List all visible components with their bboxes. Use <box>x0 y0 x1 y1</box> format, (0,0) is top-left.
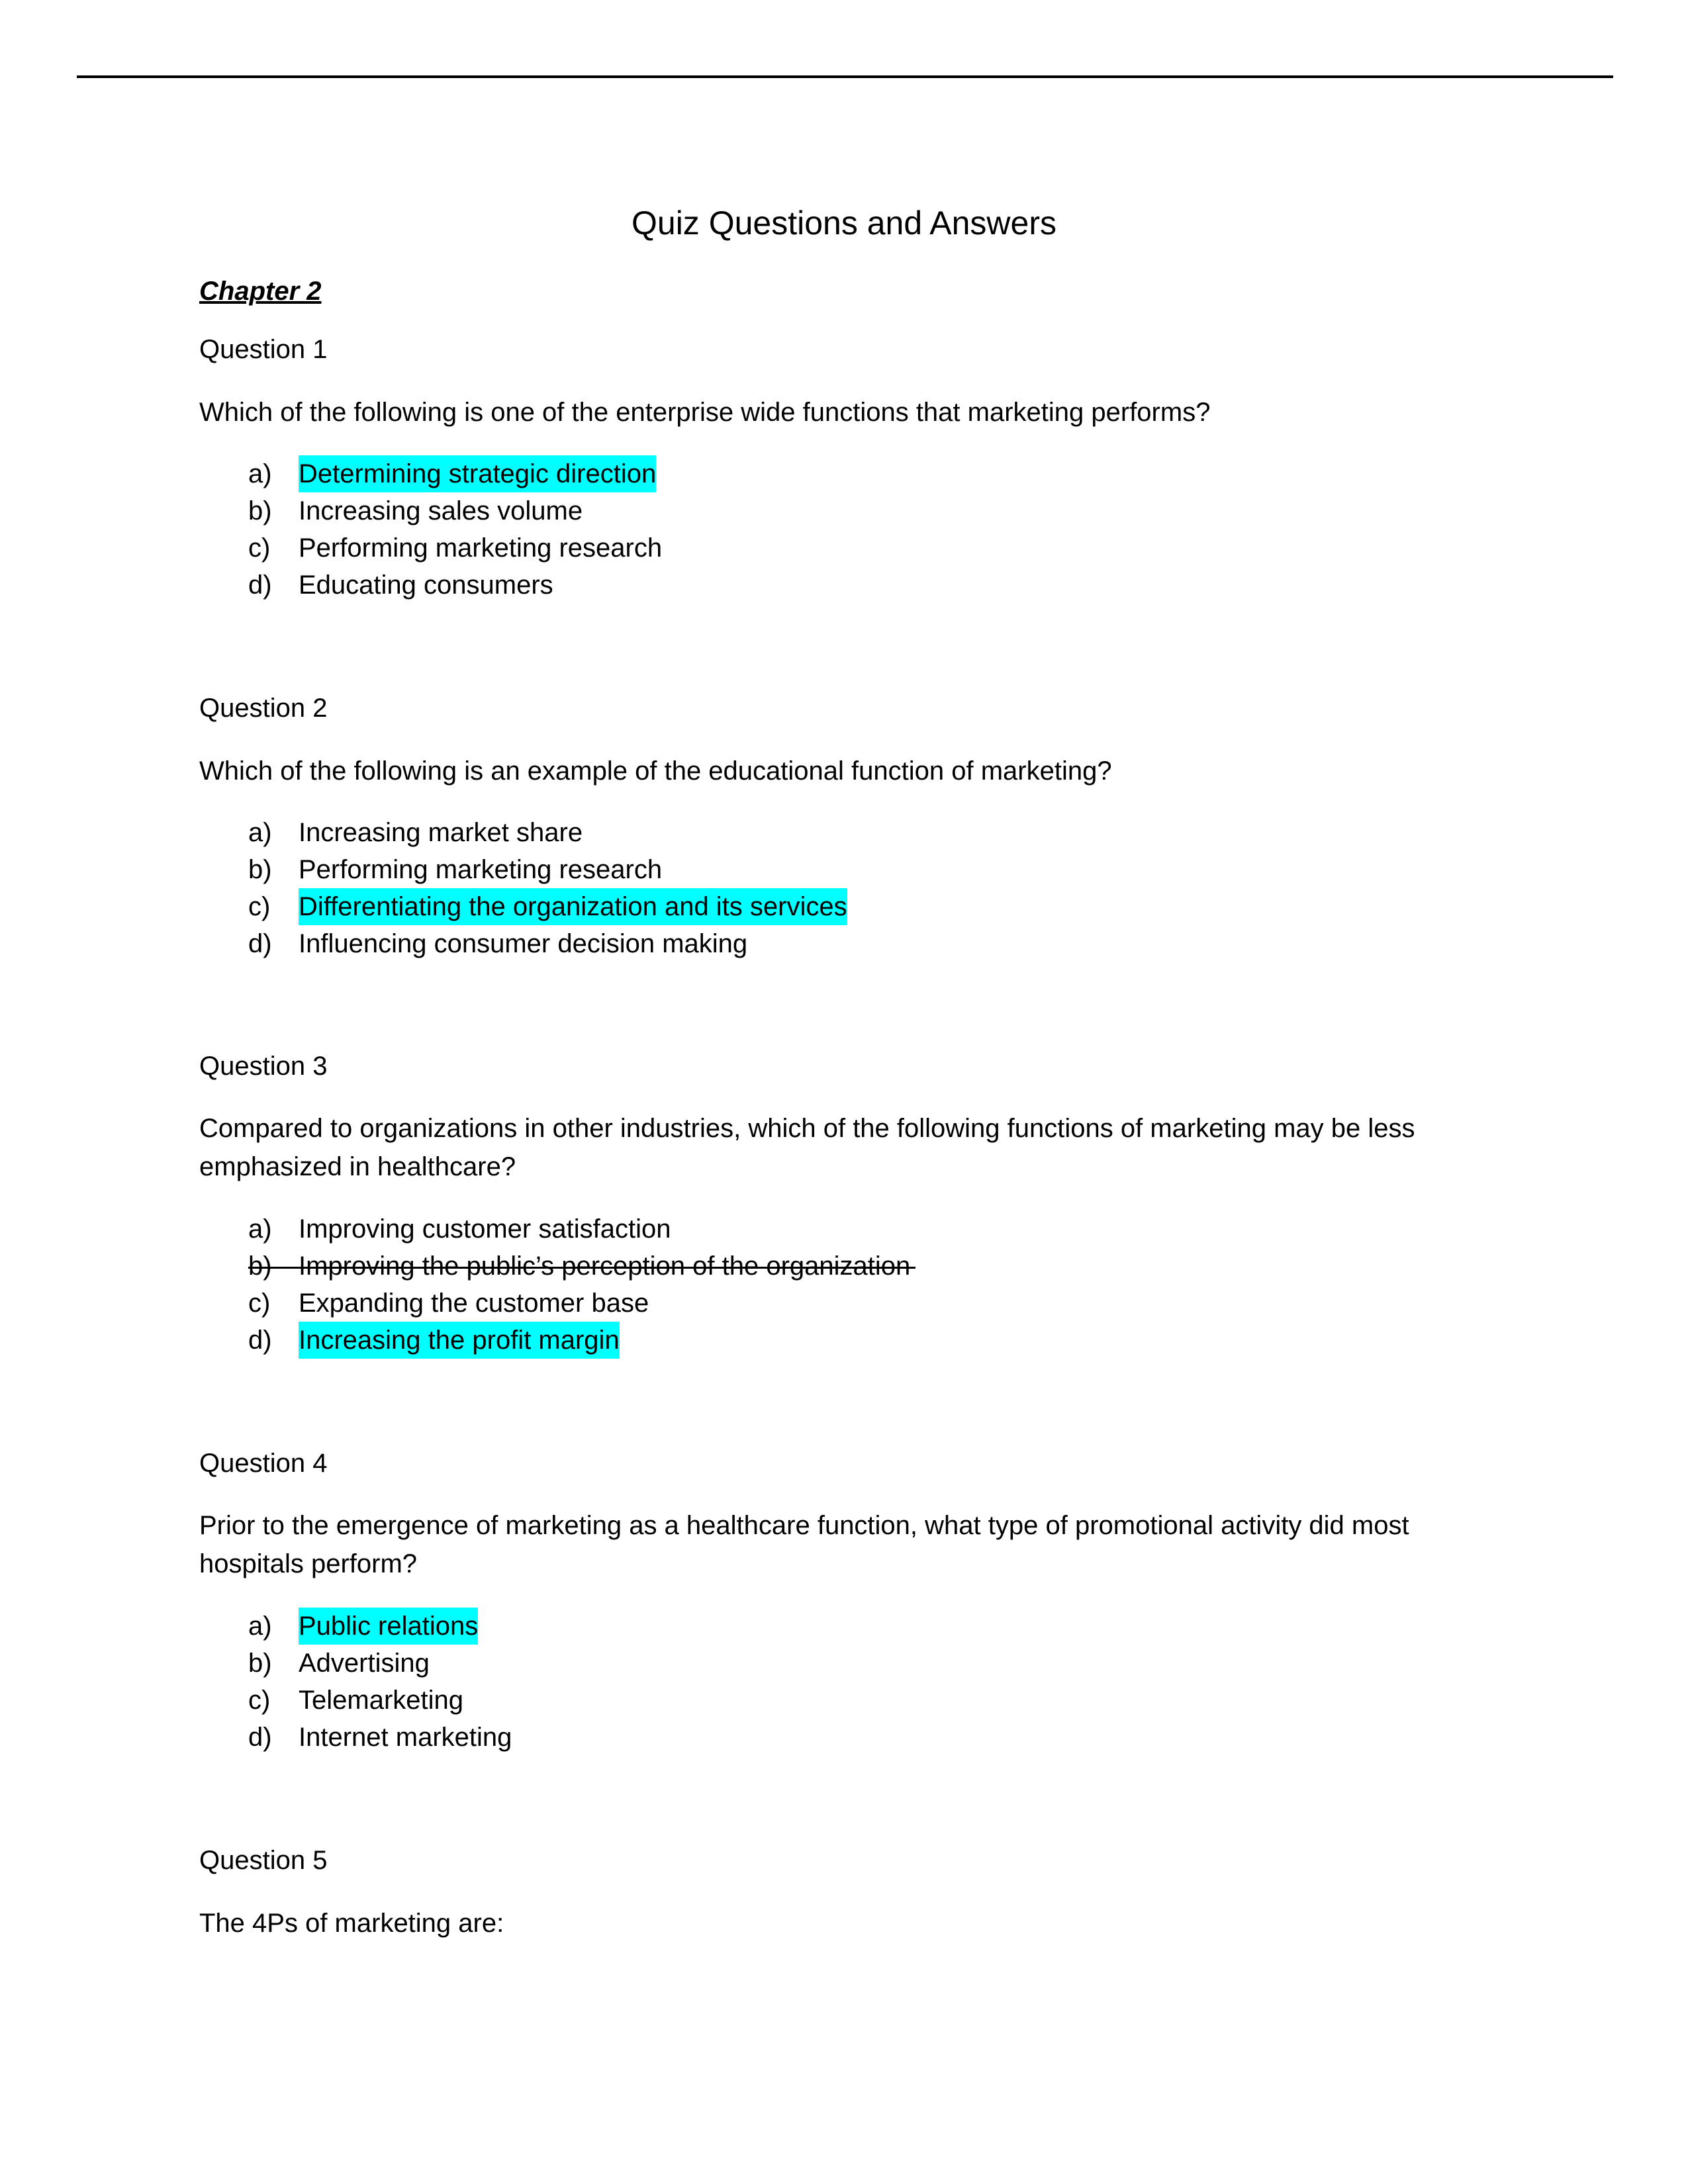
option-text: Advertising <box>299 1649 430 1678</box>
option-letter: d) <box>248 1723 272 1752</box>
question-5-heading: Question 5 <box>199 1846 328 1875</box>
option-letter: b) <box>248 496 272 525</box>
option-text-highlighted: Increasing the profit margin <box>299 1322 620 1359</box>
option-text: Telemarketing <box>299 1686 464 1715</box>
option-text: Increasing market share <box>299 818 583 847</box>
option-letter: a) <box>248 1214 272 1244</box>
option-letter: c) <box>248 533 271 563</box>
document-title: Quiz Questions and Answers <box>632 205 1056 242</box>
question-2-heading: Question 2 <box>199 694 328 723</box>
question-4-heading: Question 4 <box>199 1449 328 1478</box>
question-5-text: The 4Ps of marketing are: <box>199 1909 504 1938</box>
option-text: Expanding the customer base <box>299 1289 649 1318</box>
option-text: Performing marketing research <box>299 533 663 563</box>
option-letter: c) <box>248 1289 271 1318</box>
question-1-heading: Question 1 <box>199 335 328 364</box>
question-3-text: Compared to organizations in other indus… <box>199 1114 1415 1181</box>
option-text: Performing marketing research <box>299 855 663 884</box>
option-letter: b) <box>248 855 272 884</box>
option-letter: b) <box>248 1251 272 1281</box>
option-letter: c) <box>248 892 271 921</box>
option-letter: d) <box>248 929 272 958</box>
option-letter: d) <box>248 1326 272 1355</box>
question-3-heading: Question 3 <box>199 1052 328 1081</box>
option-letter: b) <box>248 1649 272 1678</box>
option-letter: a) <box>248 459 272 488</box>
option-letter: a) <box>248 1612 272 1641</box>
header-rule <box>77 75 1613 78</box>
option-letter: d) <box>248 570 272 600</box>
option-text-highlighted: Public relations <box>299 1608 479 1645</box>
strikethrough-line <box>248 1267 915 1269</box>
option-text-highlighted: Determining strategic direction <box>299 455 657 492</box>
option-text: Influencing consumer decision making <box>299 929 748 958</box>
option-text: Increasing sales volume <box>299 496 583 525</box>
chapter-label: Chapter 2 <box>199 277 322 306</box>
question-2-text: Which of the following is an example of … <box>199 756 1112 786</box>
question-4-text: Prior to the emergence of marketing as a… <box>199 1511 1409 1578</box>
option-letter: c) <box>248 1686 271 1715</box>
question-1-text: Which of the following is one of the ent… <box>199 398 1211 427</box>
option-text: Educating consumers <box>299 570 553 600</box>
option-text-struck: Improving the public’s perception of the… <box>299 1251 911 1281</box>
option-text: Internet marketing <box>299 1723 512 1752</box>
option-text: Improving customer satisfaction <box>299 1214 671 1244</box>
chapter-heading: Chapter 2 <box>199 273 322 310</box>
option-letter: a) <box>248 818 272 847</box>
option-text-highlighted: Differentiating the organization and its… <box>299 888 847 925</box>
